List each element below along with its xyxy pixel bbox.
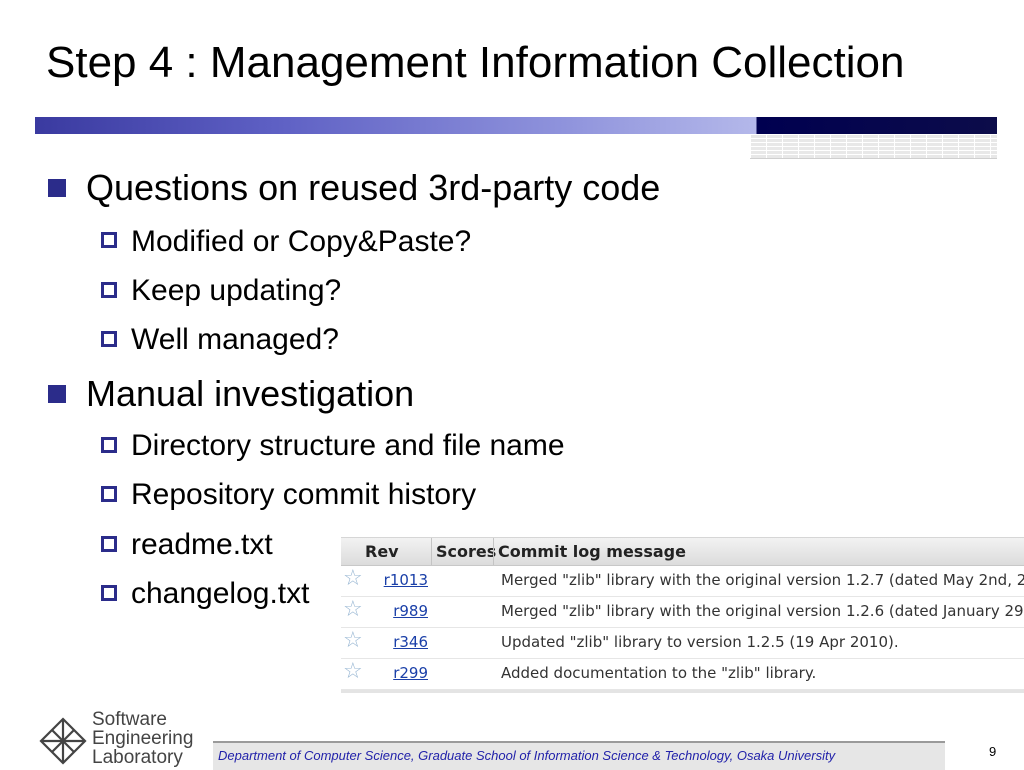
logo-mark-icon [39,717,87,765]
commit-message: Merged "zlib" library with the original … [501,602,1024,620]
sub-bullet-marker [101,282,117,298]
star-icon[interactable]: ☆ [343,659,363,685]
page-title: Step 4 : Management Information Collecti… [46,38,905,87]
bullet-marker [48,179,66,197]
bullet-text: Questions on reused 3rd-party code [86,167,661,208]
sub-bullet-marker [101,232,117,248]
commit-message: Merged "zlib" library with the original … [501,571,1024,589]
logo-text: Software Engineering Laboratory [92,710,193,767]
bullet-marker [48,385,66,403]
sub-bullet-marker [101,486,117,502]
revision-link[interactable]: r299 [393,664,428,682]
footer-bar: Department of Computer Science, Graduate… [213,741,945,770]
revision-link[interactable]: r989 [393,602,428,620]
sub-bullet-marker [101,536,117,552]
commit-message: Added documentation to the "zlib" librar… [501,664,817,682]
column-header-scores[interactable]: Scores [436,542,496,561]
table-row: ☆ r346 Updated "zlib" library to version… [341,627,1024,659]
sub-bullet-text: Keep updating? [131,274,342,307]
sub-bullet-text: changelog.txt [131,577,310,610]
table-row: ☆ r1013 Merged "zlib" library with the o… [341,565,1024,597]
commit-log-bottom-edge [341,690,1024,693]
revision-link[interactable]: r346 [393,633,428,651]
sub-bullet-marker [101,331,117,347]
decorative-grid [750,134,997,159]
lab-logo: Software Engineering Laboratory [38,710,218,768]
logo-line: Laboratory [92,747,183,768]
page-number: 9 [989,744,997,759]
department-text: Department of Computer Science, Graduate… [218,748,836,763]
logo-line: Software [92,709,167,730]
commit-log-table: Rev Scores Commit log message ☆ r1013 Me… [341,537,1024,693]
column-header-message[interactable]: Commit log message [498,542,686,561]
commit-message: Updated "zlib" library to version 1.2.5 … [501,633,899,651]
commit-log-header: Rev Scores Commit log message [341,538,1024,566]
table-row: ☆ r299 Added documentation to the "zlib"… [341,658,1024,690]
sub-bullet-text: Directory structure and file name [131,429,565,462]
column-header-rev[interactable]: Rev [365,542,399,561]
sub-bullet-text: Well managed? [131,323,339,356]
sub-bullet-text: Repository commit history [131,478,477,511]
column-divider [431,538,432,565]
sub-bullet-text: Modified or Copy&Paste? [131,225,472,258]
revision-link[interactable]: r1013 [384,571,428,589]
sub-bullet-text: readme.txt [131,528,273,561]
star-icon[interactable]: ☆ [343,597,363,623]
sub-bullet-marker [101,585,117,601]
table-row: ☆ r989 Merged "zlib" library with the or… [341,596,1024,628]
column-divider [493,538,494,565]
bullet-text: Manual investigation [86,373,415,414]
logo-line: Engineering [92,728,194,749]
sub-bullet-marker [101,437,117,453]
star-icon[interactable]: ☆ [343,566,363,592]
title-underline-bar [35,117,997,134]
star-icon[interactable]: ☆ [343,628,363,654]
